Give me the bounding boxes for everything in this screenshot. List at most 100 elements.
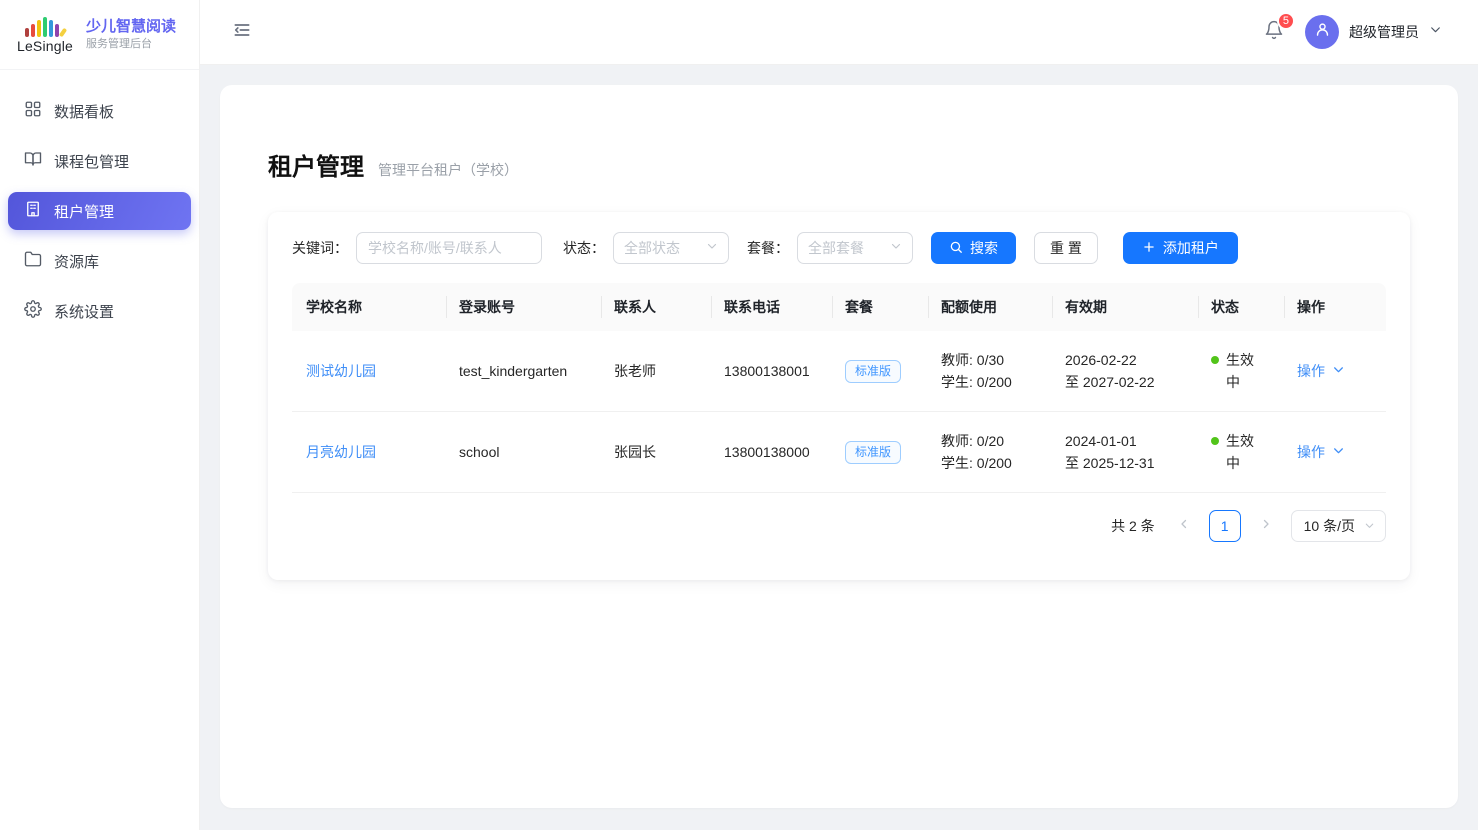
tenant-panel: 关键词： 状态： 全部状态 套餐： 全部套餐 (268, 212, 1410, 580)
sidebar-item-label: 数据看板 (54, 101, 114, 122)
keyword-label: 关键词： (292, 238, 348, 258)
content-area: 租户管理 管理平台租户（学校） 关键词： 状态： 全部状态 (200, 65, 1478, 830)
gear-icon (24, 300, 42, 322)
col-account: 登录账号 (447, 283, 602, 331)
dashboard-icon (24, 100, 42, 122)
valid-to: 至 2027-02-22 (1065, 371, 1187, 393)
school-name-link[interactable]: 测试幼儿园 (306, 363, 376, 379)
status-badge: 生效中 (1211, 349, 1273, 393)
sidebar-item-resources[interactable]: 资源库 (8, 242, 191, 280)
page-number-1[interactable]: 1 (1209, 510, 1241, 542)
quota-cell: 教师: 0/20学生: 0/200 (929, 412, 1053, 493)
search-button[interactable]: 搜索 (931, 232, 1016, 264)
page-size-select[interactable]: 10 条/页 (1291, 510, 1386, 542)
chevron-right-icon (1260, 517, 1272, 535)
tenant-table: 学校名称 登录账号 联系人 联系电话 套餐 配额使用 有效期 状态 操作 (292, 283, 1386, 493)
topbar-right: 5 超级管理员 (1261, 15, 1442, 49)
search-button-label: 搜索 (970, 238, 998, 258)
sidebar-menu: 数据看板 课程包管理 租户管理 资源库 (0, 70, 199, 352)
col-school: 学校名称 (292, 283, 447, 331)
valid-from: 2026-02-22 (1065, 349, 1187, 371)
chevron-down-icon (890, 239, 902, 257)
status-text: 生效中 (1226, 349, 1258, 393)
add-tenant-button-label: 添加租户 (1163, 238, 1219, 258)
validity-cell: 2024-01-01至 2025-12-31 (1053, 412, 1199, 493)
quota-student: 学生: 0/200 (941, 452, 1041, 474)
quota-teacher: 教师: 0/20 (941, 430, 1041, 452)
sidebar-collapse-button[interactable] (228, 18, 256, 46)
logo-brand-text: LeSingle (17, 38, 73, 54)
add-tenant-button[interactable]: 添加租户 (1123, 232, 1238, 264)
plus-icon (1142, 240, 1156, 257)
status-dot-icon (1211, 356, 1219, 364)
chevron-down-icon (1332, 363, 1345, 379)
reset-button[interactable]: 重 置 (1034, 232, 1098, 264)
page-subtitle: 管理平台租户（学校） (378, 160, 518, 180)
reset-button-label: 重 置 (1050, 238, 1082, 258)
sidebar-item-label: 租户管理 (54, 201, 114, 222)
user-icon (1314, 21, 1331, 43)
main-column: 5 超级管理员 租户管理 (200, 0, 1478, 830)
quota-teacher: 教师: 0/30 (941, 349, 1041, 371)
app-root: LeSingle 少儿智慧阅读 服务管理后台 数据看板 课程包管理 (0, 0, 1478, 830)
table-row: 月亮幼儿园 school张园长13800138000 标准版 教师: 0/20学生: … (292, 412, 1386, 493)
contact-cell: 张园长 (602, 412, 712, 493)
sidebar-item-tenants[interactable]: 租户管理 (8, 192, 191, 230)
quota-student: 学生: 0/200 (941, 371, 1041, 393)
app-logo: LeSingle 少儿智慧阅读 服务管理后台 (0, 0, 199, 70)
validity-cell: 2026-02-22至 2027-02-22 (1053, 331, 1199, 412)
action-label: 操作 (1297, 361, 1325, 381)
user-menu[interactable]: 超级管理员 (1305, 15, 1442, 49)
col-quota: 配额使用 (929, 283, 1053, 331)
app-title: 少儿智慧阅读 (86, 17, 176, 37)
account-cell: school (447, 412, 602, 493)
col-actions: 操作 (1285, 283, 1386, 331)
valid-to: 至 2025-12-31 (1065, 452, 1187, 474)
plan-badge: 标准版 (845, 441, 901, 464)
building-icon (24, 200, 42, 222)
logo-text: 少儿智慧阅读 服务管理后台 (86, 17, 176, 52)
status-select[interactable]: 全部状态 (613, 232, 729, 264)
menu-fold-icon (232, 20, 252, 45)
school-name-link[interactable]: 月亮幼儿园 (306, 444, 376, 460)
sidebar-item-settings[interactable]: 系统设置 (8, 292, 191, 330)
row-actions-dropdown[interactable]: 操作 (1297, 442, 1345, 462)
quota-cell: 教师: 0/30学生: 0/200 (929, 331, 1053, 412)
prev-page-button[interactable] (1169, 511, 1199, 541)
account-cell: test_kindergarten (447, 331, 602, 412)
col-contact: 联系人 (602, 283, 712, 331)
page-size-value: 10 条/页 (1304, 516, 1355, 536)
chevron-left-icon (1178, 517, 1190, 535)
chevron-down-icon (1429, 23, 1442, 41)
col-phone: 联系电话 (712, 283, 833, 331)
user-name: 超级管理员 (1349, 22, 1419, 42)
contact-cell: 张老师 (602, 331, 712, 412)
action-label: 操作 (1297, 442, 1325, 462)
next-page-button[interactable] (1251, 511, 1281, 541)
sidebar-item-label: 系统设置 (54, 301, 114, 322)
plan-select-value: 全部套餐 (808, 238, 864, 258)
chevron-down-icon (1364, 518, 1375, 534)
plan-select[interactable]: 全部套餐 (797, 232, 913, 264)
page-head: 租户管理 管理平台租户（学校） (268, 147, 1410, 182)
status-text: 生效中 (1226, 430, 1258, 474)
valid-from: 2024-01-01 (1065, 430, 1187, 452)
topbar: 5 超级管理员 (200, 0, 1478, 65)
plan-badge: 标准版 (845, 360, 901, 383)
logo-mark-icon: LeSingle (14, 15, 76, 54)
pagination: 共 2 条 1 10 条/页 (292, 510, 1386, 542)
status-label: 状态： (563, 238, 605, 258)
sidebar: LeSingle 少儿智慧阅读 服务管理后台 数据看板 课程包管理 (0, 0, 200, 830)
phone-cell: 13800138000 (712, 412, 833, 493)
search-icon (949, 240, 963, 257)
phone-cell: 13800138001 (712, 331, 833, 412)
sidebar-item-label: 课程包管理 (54, 151, 129, 172)
col-status: 状态 (1199, 283, 1285, 331)
notifications-button[interactable]: 5 (1261, 19, 1287, 45)
table-row: 测试幼儿园 test_kindergarten张老师13800138001 标准版 教… (292, 331, 1386, 412)
sidebar-item-course-packages[interactable]: 课程包管理 (8, 142, 191, 180)
sidebar-item-dashboard[interactable]: 数据看板 (8, 92, 191, 130)
row-actions-dropdown[interactable]: 操作 (1297, 361, 1345, 381)
notification-badge: 5 (1277, 12, 1295, 30)
keyword-input[interactable] (356, 232, 542, 264)
